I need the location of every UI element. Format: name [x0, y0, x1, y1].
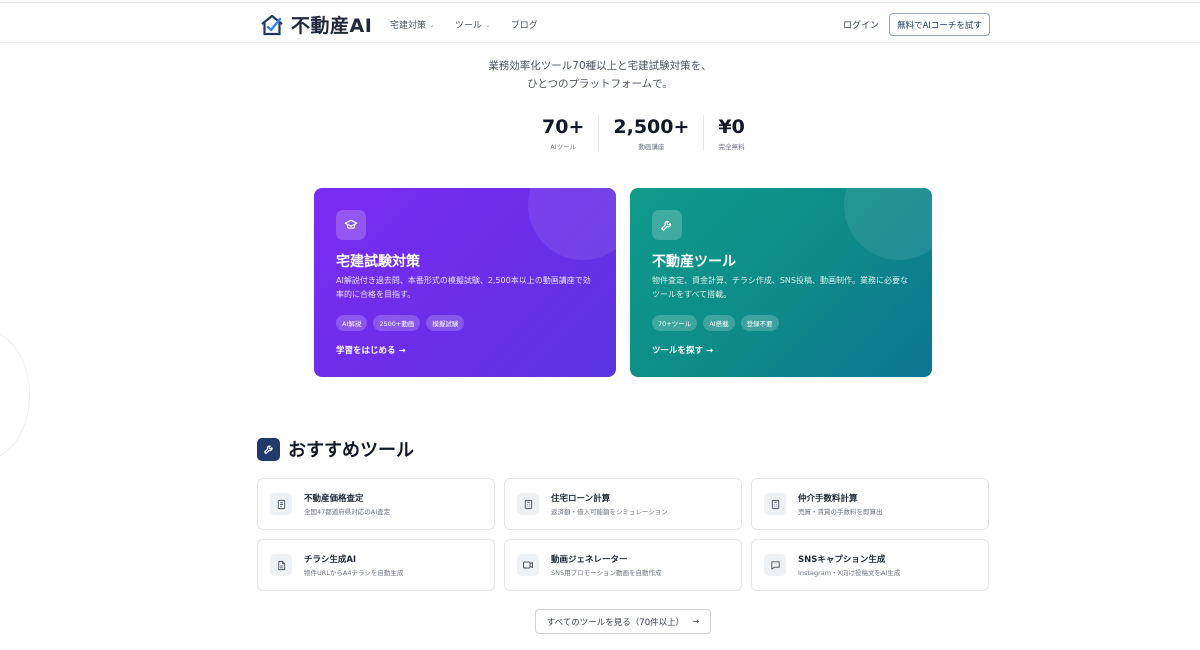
tool-description: 物件URLからA4チラシを自動生成 [304, 569, 404, 577]
button-label: すべてのツールを見る（70件以上） [546, 617, 685, 628]
file-icon [270, 554, 292, 576]
recommended-header: おすすめツール [257, 436, 414, 462]
tag: 登録不要 [740, 315, 779, 331]
decorative-arc [0, 330, 30, 460]
wrench-icon [652, 210, 682, 240]
top-border [0, 2, 1200, 3]
card-tags: AI解説 2500+動画 模擬試験 [336, 315, 465, 331]
card-decoration [844, 188, 932, 260]
nav-tools-label: ツール [454, 21, 482, 31]
nav-exam-label: 宅建対策 [390, 21, 427, 31]
graduation-cap-icon [336, 210, 366, 240]
hero-tagline-line2: ひとつのプラットフォームで。 [527, 78, 673, 90]
logo-text: 不動産AI [291, 15, 373, 37]
stat-label: AIツール [550, 143, 577, 151]
tag: AI解説 [336, 315, 368, 331]
tool-card-mortgage-calc[interactable]: 住宅ローン計算 返済額・借入可能額をシミュレーション [504, 478, 742, 530]
tool-name: 不動産価格査定 [304, 494, 364, 504]
tool-card-price-appraisal[interactable]: 不動産価格査定 全国47都道府県対応のAI査定 [257, 478, 495, 530]
tool-description: 全国47都道府県対応のAI査定 [304, 508, 391, 516]
calculator-icon [517, 493, 539, 515]
tool-card-flyer-ai[interactable]: チラシ生成AI 物件URLからA4チラシを自動生成 [257, 539, 495, 591]
tool-name: 動画ジェネレーター [551, 555, 628, 565]
start-learning-link[interactable]: 学習をはじめる → [336, 344, 406, 356]
login-link[interactable]: ログイン [843, 18, 879, 31]
chat-icon [764, 554, 786, 576]
link-label: 学習をはじめる [336, 346, 396, 356]
site-header: 不動産AI 宅建対策 ⌄ ツール ⌄ ブログ ログイン 無料でAIコーチを試す [0, 5, 1200, 43]
tool-description: 返済額・借入可能額をシミュレーション [551, 508, 668, 516]
tool-name: チラシ生成AI [304, 555, 357, 565]
tool-card-video-generator[interactable]: 動画ジェネレーター SNS用プロモーション動画を自動作成 [504, 539, 742, 591]
card-description: 物件査定、資金計算、チラシ作成、SNS投稿、動画制作。業務に必要なツールをすべて… [652, 276, 908, 299]
tag: 2500+動画 [373, 315, 421, 331]
section-title: おすすめツール [288, 440, 414, 461]
card-decoration [528, 188, 616, 260]
tool-description: 売買・賃貸の手数料を即算出 [798, 508, 883, 516]
main-nav: 宅建対策 ⌄ ツール ⌄ ブログ [390, 18, 538, 32]
exam-prep-card[interactable]: 宅建試験対策 AI解説付き過去問、本番形式の模擬試験、2,500本以上の動画講座… [314, 188, 616, 377]
tag: 70+ツール [652, 315, 698, 331]
try-ai-coach-button[interactable]: 無料でAIコーチを試す [889, 13, 990, 36]
nav-exam[interactable]: 宅建対策 ⌄ [390, 18, 435, 32]
stat-tools: 70+ AIツール [528, 115, 600, 151]
chevron-down-icon: ⌄ [484, 20, 491, 29]
tool-description: SNS用プロモーション動画を自動作成 [551, 569, 662, 577]
hero-tagline-line1: 業務効率化ツール70種以上と宅建試験対策を、 [488, 60, 712, 72]
explore-tools-link[interactable]: ツールを探す → [652, 344, 713, 356]
real-estate-tools-card[interactable]: 不動産ツール 物件査定、資金計算、チラシ作成、SNS投稿、動画制作。業務に必要な… [630, 188, 932, 377]
tool-description: Instagram・X向け投稿文をAI生成 [798, 569, 901, 577]
card-title: 不動産ツール [652, 254, 736, 270]
card-description: AI解説付き過去問、本番形式の模擬試験、2,500本以上の動画講座で効率的に合格… [336, 276, 591, 299]
tag: 模擬試験 [426, 315, 465, 331]
tool-name: 仲介手数料計算 [798, 494, 858, 504]
calculator-icon [764, 493, 786, 515]
tool-name: 住宅ローン計算 [551, 494, 611, 504]
arrow-right-icon: → [705, 346, 714, 356]
tool-name: SNSキャプション生成 [798, 555, 886, 565]
hero-stats: 70+ AIツール 2,500+ 動画講座 ¥0 完全無料 [528, 115, 759, 151]
tool-card-sns-caption[interactable]: SNSキャプション生成 Instagram・X向け投稿文をAI生成 [751, 539, 989, 591]
stat-value: 2,500+ [613, 116, 690, 138]
stat-value: ¥0 [718, 116, 745, 138]
chevron-down-icon: ⌄ [429, 20, 435, 29]
logo[interactable]: 不動産AI [259, 11, 372, 38]
stat-free: ¥0 完全無料 [704, 115, 758, 151]
tool-card-brokerage-fee[interactable]: 仲介手数料計算 売買・賃貸の手数料を即算出 [751, 478, 989, 530]
tag: AI搭載 [703, 315, 735, 331]
house-check-icon [261, 14, 283, 35]
card-tags: 70+ツール AI搭載 登録不要 [652, 315, 779, 331]
document-icon [270, 493, 292, 515]
nav-blog[interactable]: ブログ [511, 18, 538, 31]
video-icon [517, 554, 539, 576]
arrow-right-icon: → [398, 346, 406, 356]
nav-blog-label: ブログ [510, 21, 538, 31]
stat-label: 動画講座 [638, 143, 665, 151]
stat-label: 完全無料 [718, 143, 745, 151]
wrench-icon [257, 437, 280, 461]
card-title: 宅建試験対策 [336, 254, 420, 270]
view-all-tools-button[interactable]: すべてのツールを見る（70件以上） → [535, 609, 711, 634]
stat-value: 70+ [542, 116, 585, 138]
nav-tools[interactable]: ツール ⌄ [454, 18, 491, 32]
arrow-right-icon: → [692, 616, 700, 627]
link-label: ツールを探す [652, 346, 704, 356]
stat-videos: 2,500+ 動画講座 [599, 115, 705, 151]
